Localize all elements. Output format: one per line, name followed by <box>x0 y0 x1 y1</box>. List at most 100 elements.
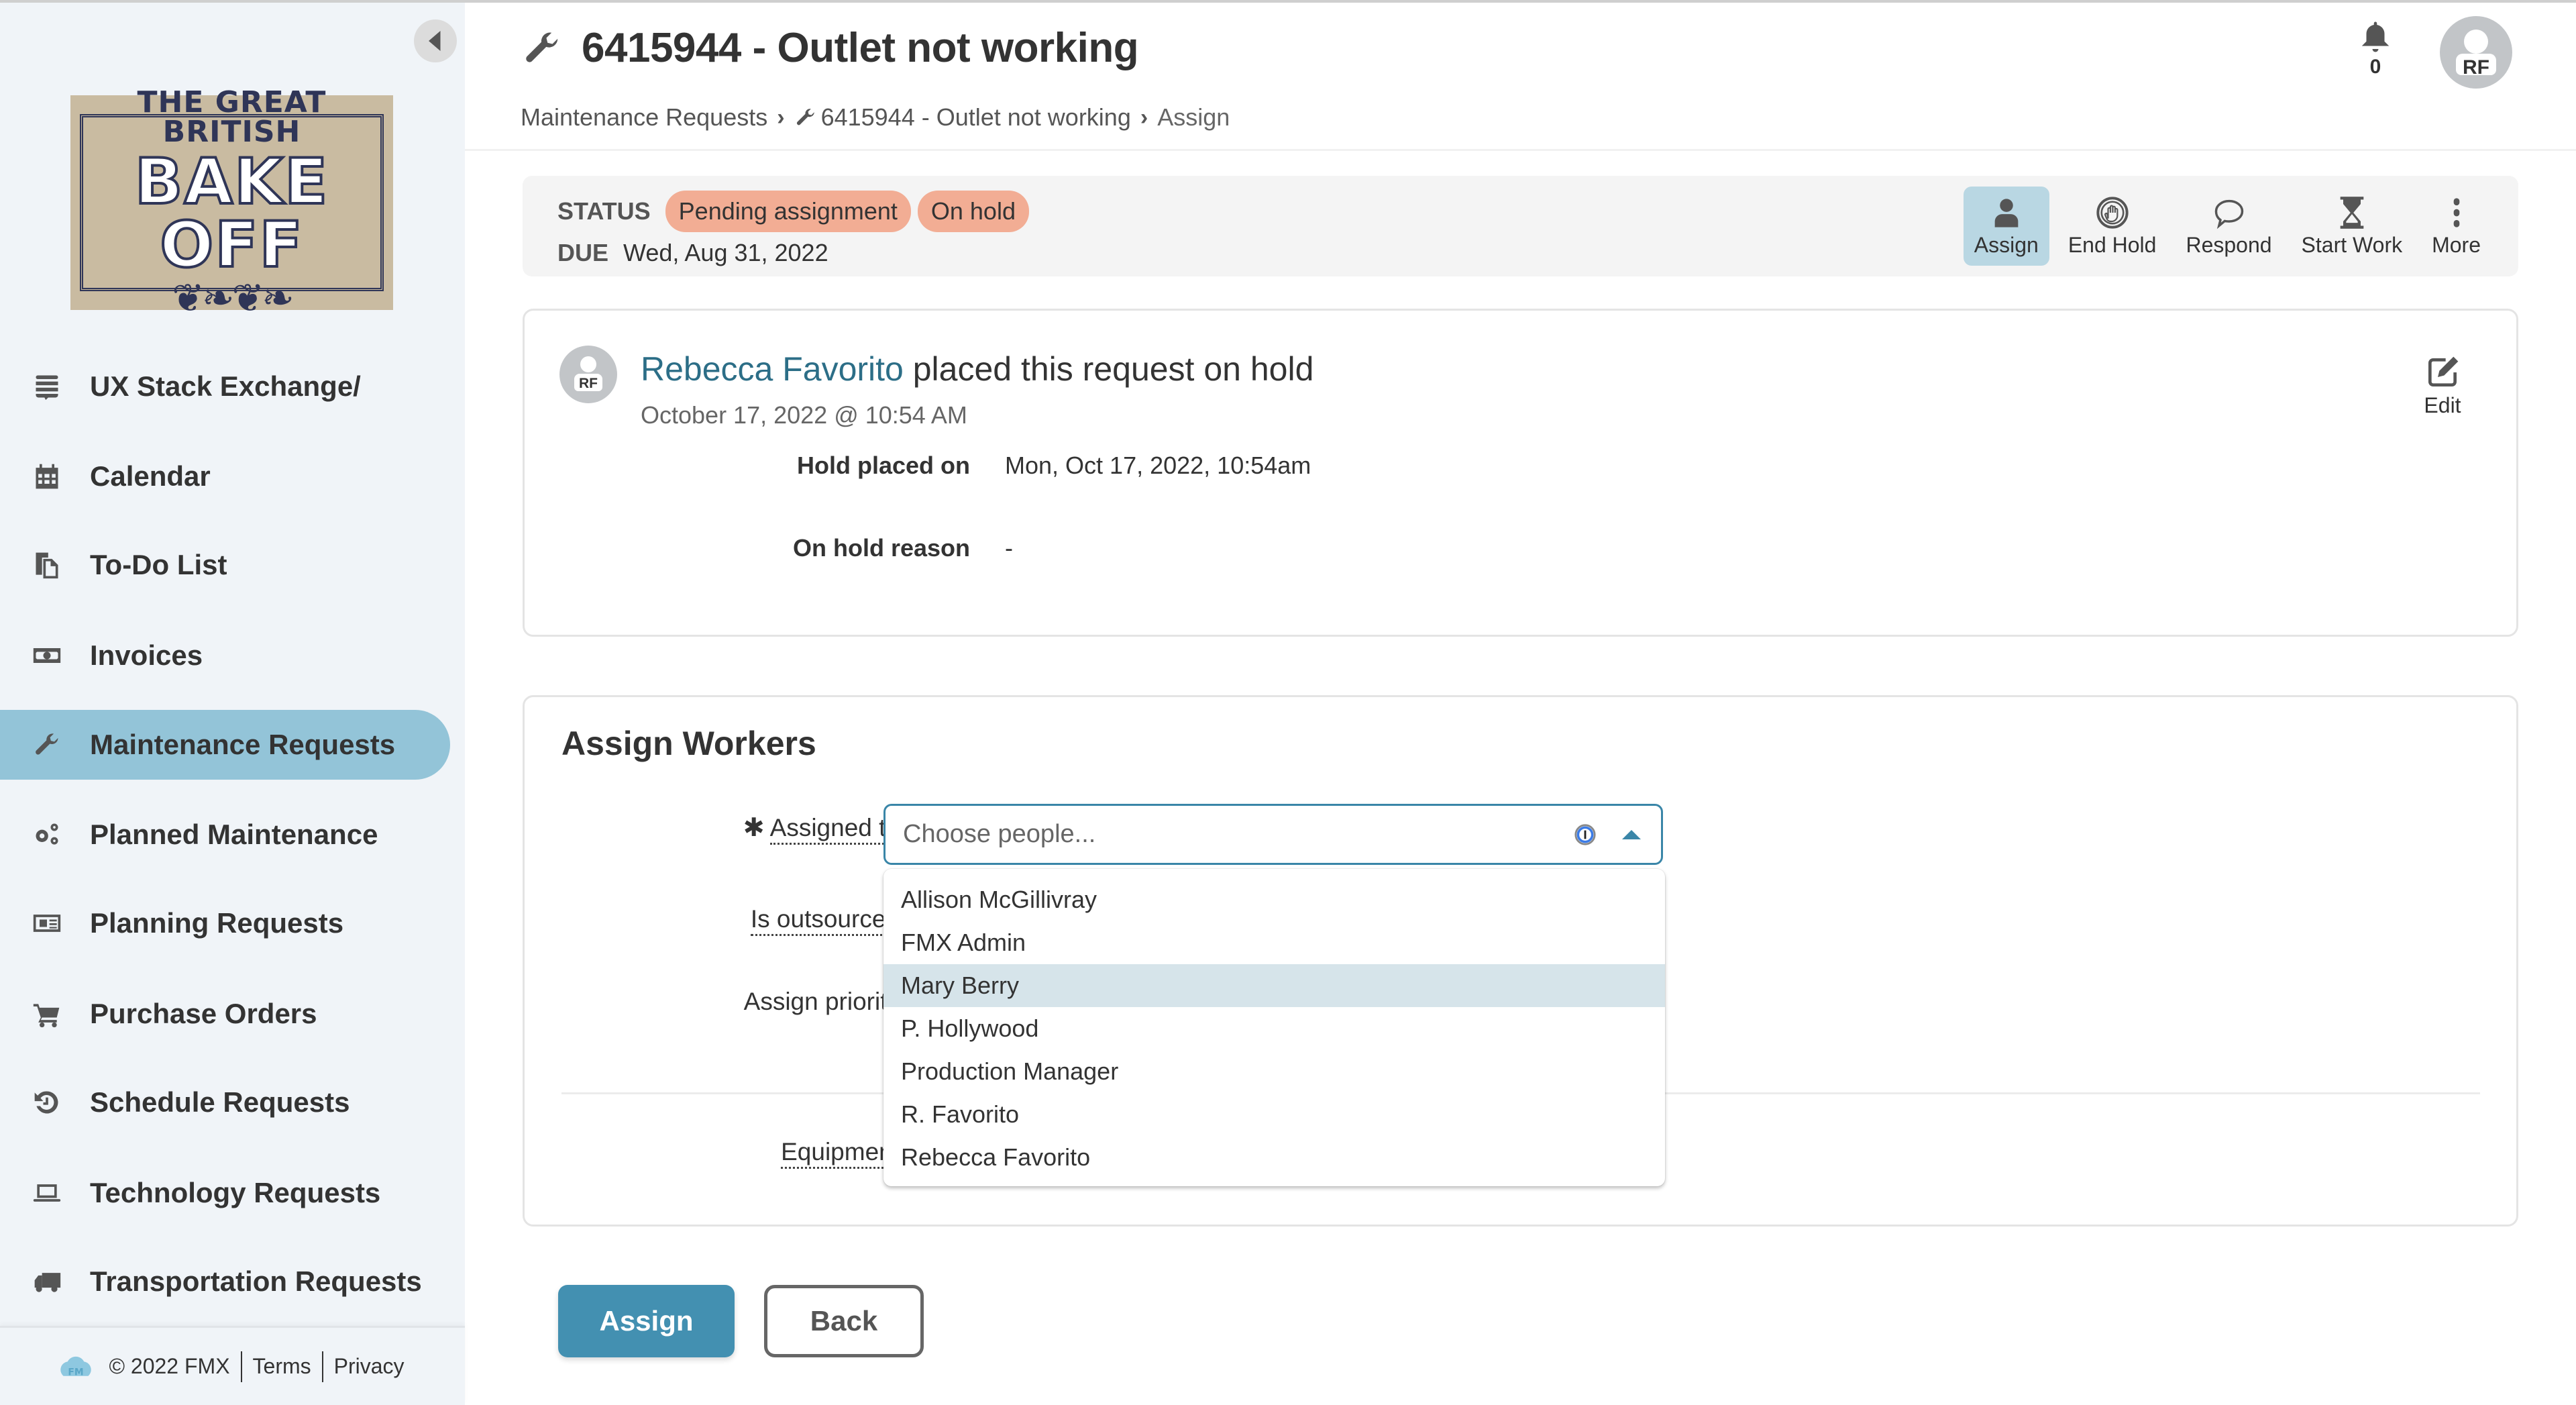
sidebar-item-maintenance-requests[interactable]: Maintenance Requests <box>0 710 450 780</box>
dropdown-option[interactable]: P. Hollywood <box>883 1007 1665 1050</box>
assigned-to-select[interactable]: Choose people... <box>883 804 1663 865</box>
edit-label: Edit <box>2424 393 2461 417</box>
notifications-button[interactable]: 0 <box>2355 19 2396 81</box>
due-label: DUE <box>557 239 609 266</box>
sidebar-item-ux-stack-exchange[interactable]: UX Stack Exchange/ <box>0 352 450 421</box>
end-hold-action-button[interactable]: End Hold <box>2057 187 2167 266</box>
sidebar-footer: FM © 2022 FMX Terms Privacy <box>0 1326 465 1405</box>
chevron-right-icon: › <box>777 104 785 130</box>
page-header: 6415944 - Outlet not working <box>521 24 1139 72</box>
bell-icon <box>2361 21 2390 52</box>
assigned-to-input[interactable]: Choose people... <box>903 820 1574 849</box>
sidebar-item-label: UX Stack Exchange/ <box>90 370 361 402</box>
user-avatar-icon <box>574 356 602 391</box>
action-label: Assign <box>1974 232 2039 257</box>
sidebar-item-calendar[interactable]: Calendar <box>0 441 450 511</box>
field-value: - <box>1005 534 1013 562</box>
hourglass-icon <box>2340 196 2364 229</box>
field-value: Mon, Oct 17, 2022, 10:54am <box>1005 452 1311 479</box>
fmx-logo-icon: FM <box>60 1356 92 1377</box>
terms-link[interactable]: Terms <box>253 1354 311 1379</box>
assigned-to-dropdown: Allison McGillivray FMX Admin Mary Berry… <box>883 869 1665 1186</box>
sidebar-item-label: To-Do List <box>90 549 227 580</box>
user-link[interactable]: Rebecca Favorito <box>641 350 904 388</box>
activity-action-text: placed this request on hold <box>903 350 1314 388</box>
breadcrumb-maintenance-requests[interactable]: Maintenance Requests <box>521 103 767 132</box>
breadcrumb-current: Assign <box>1157 103 1230 131</box>
edit-icon <box>2428 356 2459 386</box>
sidebar-item-label: Planning Requests <box>90 907 344 939</box>
respond-action-button[interactable]: Respond <box>2175 187 2282 266</box>
action-label: More <box>2432 232 2481 257</box>
dropdown-option[interactable]: Allison McGillivray <box>883 878 1665 921</box>
sidebar-item-planning-requests[interactable]: Planning Requests <box>0 888 450 958</box>
chevron-right-icon: › <box>1140 104 1148 130</box>
dropdown-option[interactable]: Production Manager <box>883 1050 1665 1093</box>
footer-separator <box>240 1351 242 1382</box>
wrench-icon <box>521 28 563 69</box>
assign-workers-card: Assign Workers ✱ Assigned to Is outsource… <box>523 695 2518 1227</box>
back-button[interactable]: Back <box>764 1285 924 1357</box>
window-top-border <box>0 0 2576 3</box>
logo-line-2: BAKE OFF <box>133 146 329 282</box>
user-icon <box>1994 198 2019 227</box>
status-label: STATUS <box>557 197 651 225</box>
sidebar-item-purchase-orders[interactable]: Purchase Orders <box>0 979 450 1049</box>
gears-icon <box>30 820 64 849</box>
privacy-link[interactable]: Privacy <box>334 1354 405 1379</box>
truck-icon <box>30 1267 64 1296</box>
caret-up-icon[interactable] <box>1622 829 1641 839</box>
action-label: End Hold <box>2068 232 2157 257</box>
dropdown-option[interactable]: R. Favorito <box>883 1093 1665 1136</box>
sidebar-item-label: Planned Maintenance <box>90 819 378 850</box>
field-hold-placed-on: Hold placed on Mon, Oct 17, 2022, 10:54a… <box>797 452 1311 480</box>
hand-stop-icon <box>2096 196 2129 229</box>
sidebar-item-label: Invoices <box>90 639 203 671</box>
comment-list-icon <box>30 372 64 401</box>
action-label: Respond <box>2186 232 2272 257</box>
header-divider <box>465 149 2576 151</box>
assign-button[interactable]: Assign <box>558 1285 735 1357</box>
sidebar-item-transportation-requests[interactable]: Transportation Requests <box>0 1247 450 1316</box>
status-bar: STATUS Pending assignment On hold DUE We… <box>523 176 2518 276</box>
sidebar-item-to-do-list[interactable]: To-Do List <box>0 530 450 600</box>
sidebar-item-label: Maintenance Requests <box>90 729 396 760</box>
password-manager-icon[interactable] <box>1574 823 1597 846</box>
dropdown-option-highlighted[interactable]: Mary Berry <box>883 964 1665 1007</box>
dropdown-option[interactable]: FMX Admin <box>883 921 1665 964</box>
field-label: On hold reason <box>792 534 970 562</box>
assign-action-button[interactable]: Assign <box>1963 187 2049 266</box>
wrench-icon <box>30 730 64 760</box>
wrench-icon <box>794 106 817 129</box>
chevron-left-icon <box>429 31 441 51</box>
more-action-button[interactable]: More <box>2421 187 2491 266</box>
vertical-dots-icon <box>2453 197 2459 227</box>
dropdown-option[interactable]: Rebecca Favorito <box>883 1136 1665 1179</box>
copy-icon <box>30 550 64 580</box>
sidebar-item-schedule-requests[interactable]: Schedule Requests <box>0 1068 450 1137</box>
footer-separator <box>321 1351 323 1382</box>
sidebar-item-label: Technology Requests <box>90 1177 381 1208</box>
history-icon <box>30 1088 64 1117</box>
collapse-sidebar-button[interactable] <box>414 19 457 62</box>
breadcrumb-request[interactable]: 6415944 - Outlet not working <box>821 103 1131 132</box>
start-work-action-button[interactable]: Start Work <box>2291 187 2414 266</box>
field-on-hold-reason: On hold reason - <box>793 534 1013 562</box>
sidebar-item-invoices[interactable]: Invoices <box>0 621 450 690</box>
sidebar-item-label: Transportation Requests <box>90 1265 422 1297</box>
sidebar-item-technology-requests[interactable]: Technology Requests <box>0 1158 450 1228</box>
action-label: Start Work <box>2301 232 2403 257</box>
page-title: 6415944 - Outlet not working <box>582 25 1139 71</box>
brand-logo[interactable]: THE GREAT BRITISH BAKE OFF ❦❧❦❧ <box>70 88 393 317</box>
activity-title: Rebecca Favorito placed this request on … <box>641 350 1313 388</box>
sidebar-item-planned-maintenance[interactable]: Planned Maintenance <box>0 800 450 870</box>
activity-avatar-initials: RF <box>579 376 598 391</box>
edit-button[interactable]: Edit <box>2409 354 2476 418</box>
breadcrumb: Maintenance Requests › 6415944 - Outlet … <box>521 103 1230 132</box>
logo-ornament: ❦❧❦❧ <box>172 275 294 321</box>
hold-activity-card: RF Rebecca Favorito placed this request … <box>523 309 2518 637</box>
equipment-label: Equipment <box>781 1138 900 1169</box>
user-initials: RF <box>2463 56 2489 79</box>
user-avatar[interactable]: RF <box>2440 16 2512 89</box>
is-outsourced-label: Is outsourced <box>750 905 900 936</box>
